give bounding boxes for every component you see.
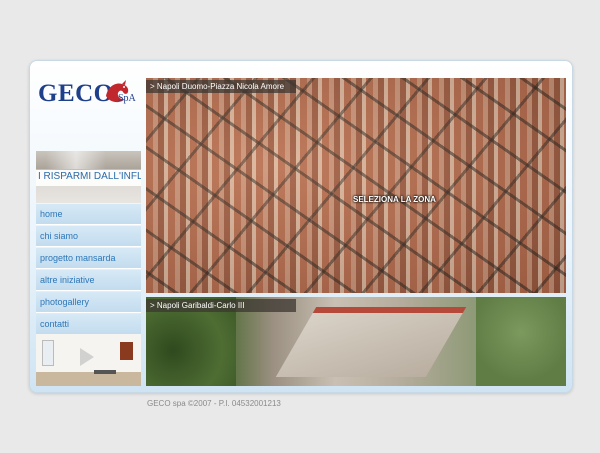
menu-item-photogallery[interactable]: photogallery (36, 292, 141, 313)
menu-item-contatti[interactable]: contatti (36, 314, 141, 335)
aerial-photo-duomo[interactable] (146, 78, 566, 293)
menu-item-progetto-mansarda[interactable]: progetto mansarda (36, 248, 141, 269)
aerial-shade (146, 78, 566, 293)
main-menu: home chi siamo progetto mansarda altre i… (36, 204, 141, 336)
menu-item-home[interactable]: home (36, 204, 141, 225)
menu-item-chi-siamo[interactable]: chi siamo (36, 226, 141, 247)
aerial-building (275, 307, 467, 377)
room-photo[interactable] (36, 334, 141, 386)
room-window (42, 340, 54, 366)
room-painting (120, 342, 133, 360)
menu-item-altre-iniziative[interactable]: altre iniziative (36, 270, 141, 291)
logo-suffix: SpA (118, 93, 136, 104)
photo-label-duomo: > Napoli Duomo-Piazza Nicola Amore (146, 80, 296, 93)
aerial-park (476, 297, 566, 386)
select-zone-link[interactable]: SELEZIONA LA ZONA (353, 195, 436, 204)
banner-text: I RISPARMI DALL'INFL (38, 171, 141, 182)
room-floor (36, 372, 141, 386)
footer-copyright: GECO spa ©2007 - P.I. 04532001213 (147, 399, 281, 408)
room-table (94, 370, 116, 374)
banner: I RISPARMI DALL'INFL (36, 151, 141, 203)
photo-label-garibaldi: > Napoli Garibaldi-Carlo III (146, 299, 296, 312)
geco-logo[interactable]: GECO SpA (38, 78, 142, 110)
play-icon[interactable] (80, 348, 94, 366)
